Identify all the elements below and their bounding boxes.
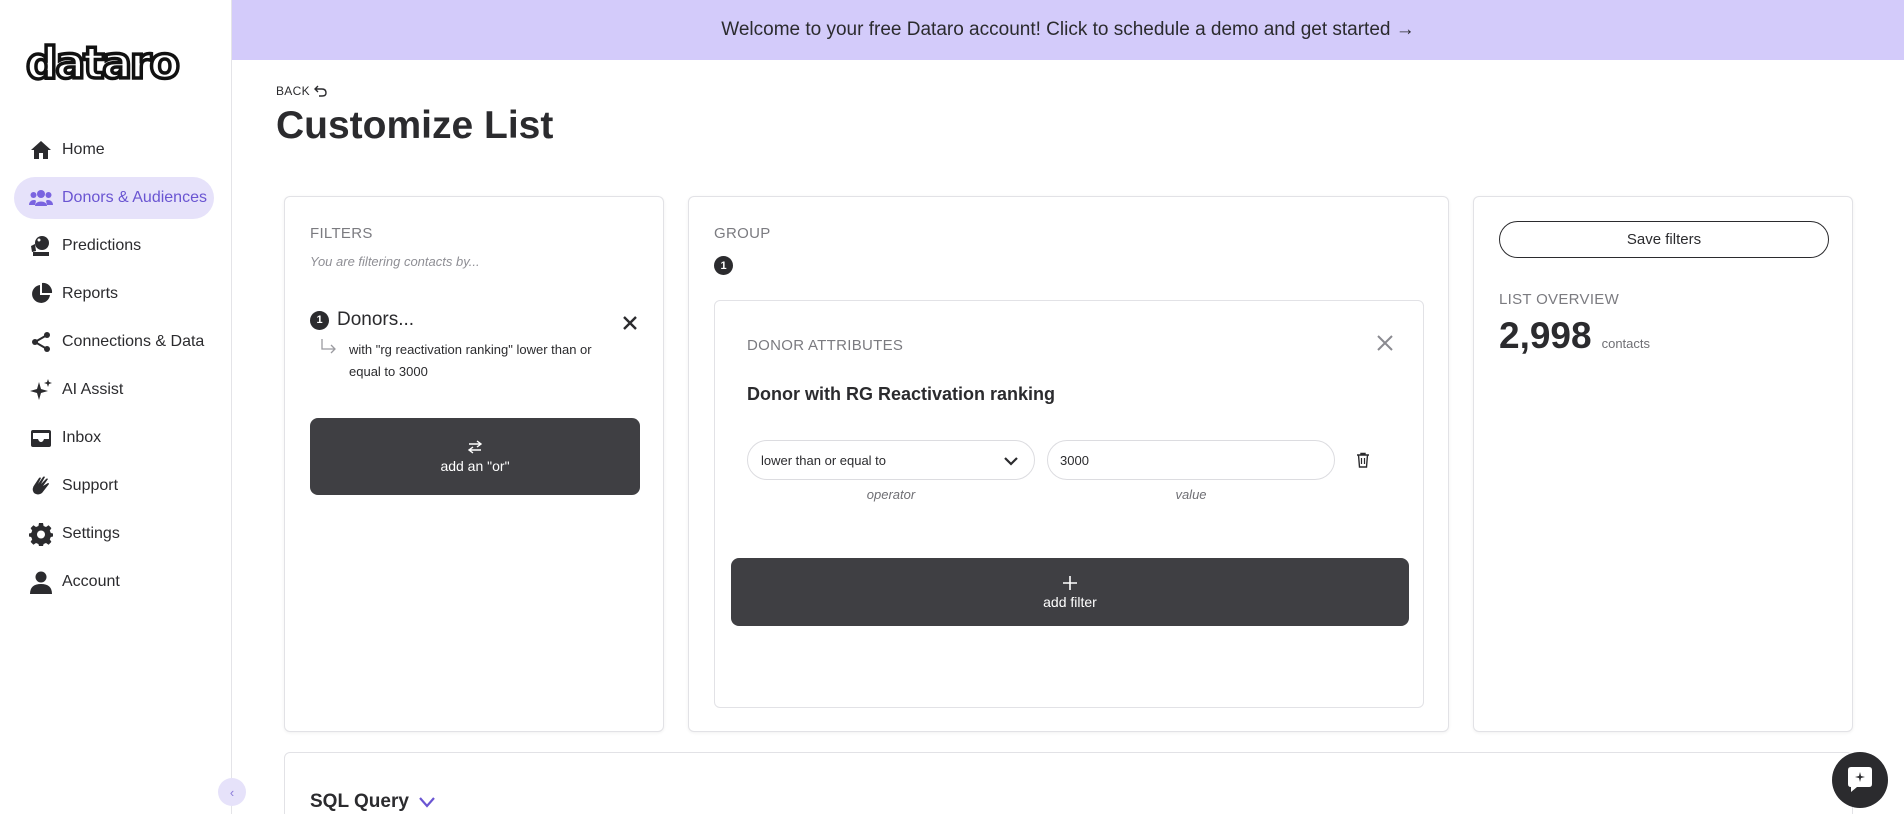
sidebar-item-connections-data[interactable]: Connections & Data [14,321,214,363]
plus-icon [1063,576,1077,590]
sidebar-item-account[interactable]: Account [14,561,214,603]
share-icon [28,329,54,355]
sidebar: dataro Home Donors & Audiences Predictio… [0,0,246,814]
home-icon [28,137,54,163]
sql-query-title: SQL Query [310,791,409,812]
sidebar-item-predictions[interactable]: Predictions [14,225,214,267]
filter-description: with "rg reactivation ranking" lower tha… [319,339,619,383]
crystal-ball-icon [28,233,54,259]
donor-attributes-label: DONOR ATTRIBUTES [747,337,904,354]
remove-filter-close-icon[interactable] [621,314,639,332]
back-link[interactable]: BACK [276,84,328,98]
hand-wave-icon [28,473,54,499]
sidebar-item-label: Inbox [62,429,102,446]
value-input[interactable] [1047,440,1335,480]
sql-query-toggle[interactable]: SQL Query [310,791,437,813]
filters-card: FILTERS You are filtering contacts by...… [284,196,664,732]
sidebar-item-inbox[interactable]: Inbox [14,417,214,459]
contact-count: 2,998 contacts [1499,315,1650,357]
add-or-button[interactable]: add an "or" [310,418,640,495]
sidebar-item-support[interactable]: Support [14,465,214,507]
filter-description-text: with "rg reactivation ranking" lower tha… [349,342,592,379]
banner-text: Welcome to your free Dataro account! Cli… [721,19,1415,40]
sidebar-item-home[interactable]: Home [14,129,214,171]
sparkles-icon [28,377,54,403]
pie-chart-icon [28,281,54,307]
sql-query-card: SQL Query [284,752,1853,814]
chat-bubble-icon [1848,767,1872,792]
attribute-title: Donor with RG Reactivation ranking [747,384,1056,404]
welcome-banner[interactable]: Welcome to your free Dataro account! Cli… [232,0,1904,60]
sidebar-nav: Home Donors & Audiences Predictions Repo… [14,129,214,609]
undo-arrow-icon [313,85,327,97]
donor-attributes-card: DONOR ATTRIBUTES Donor with RG Reactivat… [714,300,1424,708]
sidebar-item-label: Predictions [62,237,142,254]
chevron-down-icon [419,797,435,808]
save-filters-button[interactable]: Save filters [1499,221,1829,258]
add-filter-button[interactable]: add filter [731,558,1409,626]
filter-number-badge: 1 [310,310,329,330]
sidebar-item-ai-assist[interactable]: AI Assist [14,369,214,411]
contact-count-unit: contacts [1601,336,1651,351]
sidebar-item-label: Account [62,573,120,590]
sidebar-item-donors-audiences[interactable]: Donors & Audiences [14,177,214,219]
sidebar-item-label: Home [62,141,105,158]
user-icon [28,569,54,595]
sidebar-item-label: Reports [62,285,119,302]
group-card: GROUP 1 DONOR ATTRIBUTES Donor with RG R… [688,196,1449,732]
chat-support-button[interactable] [1832,752,1888,808]
people-icon [28,185,54,211]
list-overview-label: LIST OVERVIEW [1499,291,1620,308]
group-label: GROUP [714,225,771,242]
sidebar-item-settings[interactable]: Settings [14,513,214,555]
sidebar-item-label: AI Assist [62,381,124,398]
add-or-label: add an "or" [440,458,510,474]
filter-item-header[interactable]: 1 Donors... [310,309,414,331]
contact-count-value: 2,998 [1499,315,1592,356]
inbox-icon [28,425,54,451]
operator-selected-value: lower than or equal to [761,452,887,468]
back-label: BACK [276,84,310,98]
sidebar-collapse-button[interactable]: ‹ [218,778,246,806]
swap-arrows-icon [467,440,483,454]
filters-label: FILTERS [310,225,373,242]
filter-item-name: Donors... [337,309,415,330]
group-number-badge: 1 [714,256,733,275]
operator-hint: operator [866,487,916,502]
sidebar-item-label: Support [62,477,119,494]
sidebar-item-label: Settings [62,525,120,542]
gear-icon [28,521,54,547]
add-filter-label: add filter [1043,594,1097,610]
filters-subtitle: You are filtering contacts by... [310,254,480,269]
sidebar-item-reports[interactable]: Reports [14,273,214,315]
value-hint: value [1175,487,1207,502]
page-title: Customize List [276,104,554,147]
sidebar-item-label: Donors & Audiences [62,189,207,206]
chevron-down-icon [1004,457,1018,466]
dataro-logo[interactable]: dataro [26,38,202,88]
operator-select[interactable]: lower than or equal to [747,440,1035,480]
logo-text: dataro [26,38,179,88]
branch-arrow-icon [321,339,336,354]
sidebar-item-label: Connections & Data [62,333,205,350]
trash-icon[interactable] [1355,452,1371,468]
close-attribute-icon[interactable] [1375,333,1395,353]
list-overview-card: Save filters LIST OVERVIEW 2,998 contact… [1473,196,1853,732]
